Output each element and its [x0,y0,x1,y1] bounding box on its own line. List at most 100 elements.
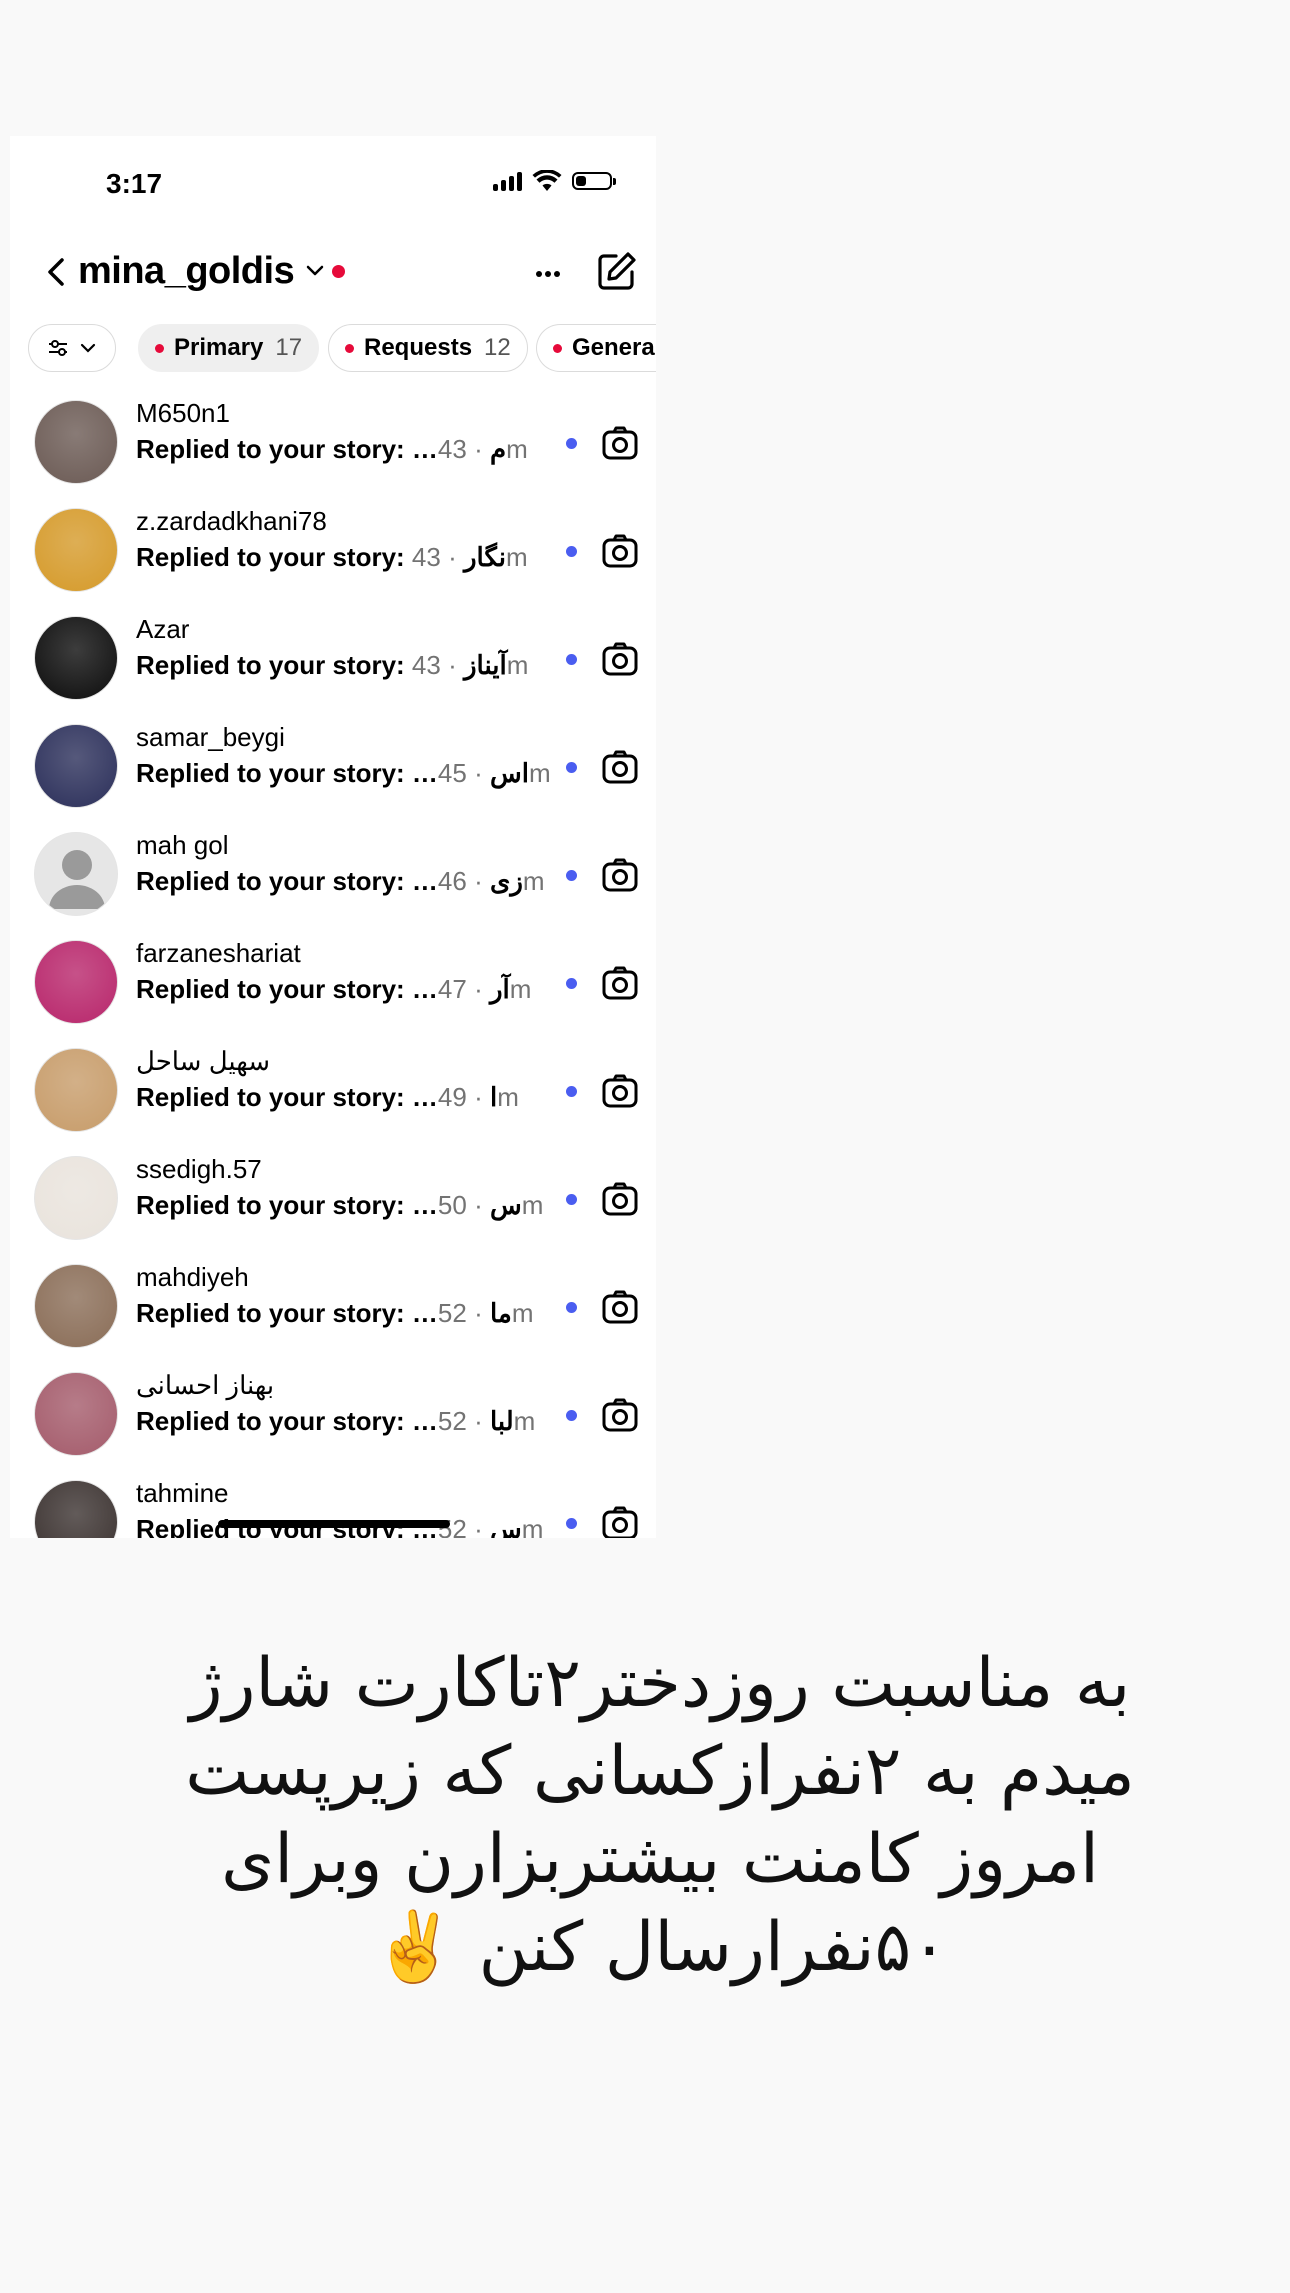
cellular-signal-icon [493,171,522,191]
thread-preview: Replied to your story: …ا · 49m [136,1082,519,1113]
thread-preview: Replied to your story: …م · 43m [136,434,528,465]
thread-row[interactable]: M650n1 Replied to your story: …م · 43m [10,386,656,494]
thread-username: سهیل ساحل [136,1046,270,1076]
thread-row[interactable]: z.zardadkhani78 Replied to your story: نگ… [10,494,656,602]
avatar[interactable] [34,1156,118,1240]
thread-row[interactable]: Azar Replied to your story: آیناز · 43m [10,602,656,710]
tab-label: Requests [364,334,473,361]
tab-general[interactable]: General [536,324,656,372]
thread-preview: Replied to your story: …س · 50m [136,1190,543,1221]
status-icons [493,170,616,192]
thread-username: z.zardadkhani78 [136,506,327,536]
tab-count: 17 [275,334,303,361]
avatar[interactable] [34,1264,118,1348]
thread-username: Azar [136,614,190,644]
inbox-filter-bar: Primary 17 Requests 12 General [28,324,656,374]
thread-preview: Replied to your story: …لبا · 52m [136,1406,535,1437]
avatar[interactable] [34,508,118,592]
unread-dot [566,1194,577,1205]
more-options-icon[interactable] [528,254,568,294]
tab-count: 12 [484,334,511,361]
avatar[interactable] [34,724,118,808]
status-bar: 3:17 [10,136,656,226]
thread-username: ssedigh.57 [136,1154,262,1184]
thread-preview: Replied to your story: …اس · 45m [136,758,551,789]
thread-preview: Replied to your story: …ما · 52m [136,1298,534,1329]
thread-row[interactable]: ssedigh.57 Replied to your story: …س · 50… [10,1142,656,1250]
tab-requests[interactable]: Requests 12 [328,324,528,372]
battery-level [576,176,586,186]
thread-username: samar_beygi [136,722,285,752]
thread-row[interactable]: mahdiyeh Replied to your story: …ما · 52m [10,1250,656,1358]
unread-dot [553,343,562,353]
unread-dot [345,343,354,353]
account-notification-dot [332,265,345,278]
status-time: 3:17 [106,168,163,199]
story-caption-text: به مناسبت روزدختر۲تاکارت شارژ میدم به ۲ن… [185,1644,1135,1987]
thread-row[interactable]: بهناز احسانی Replied to your story: …لبا … [10,1358,656,1466]
camera-icon[interactable] [600,424,640,464]
avatar[interactable] [34,832,118,916]
preview-timestamp: · 43m [437,434,528,464]
battery-icon [572,172,616,190]
thread-row[interactable]: سهیل ساحل Replied to your story: …ا · 49m [10,1034,656,1142]
camera-icon[interactable] [600,1288,640,1328]
preview-timestamp: · 52m [437,1406,536,1436]
avatar[interactable] [34,940,118,1024]
thread-preview: Replied to your story: …زی · 46m [136,866,545,897]
preview-timestamp: · 49m [437,1082,519,1112]
back-arrow-icon[interactable] [38,252,78,292]
avatar[interactable] [34,1372,118,1456]
camera-icon[interactable] [600,640,640,680]
unread-dot [566,978,577,989]
unread-dot [566,870,577,881]
thread-row[interactable]: mah gol Replied to your story: …زی · 46m [10,818,656,926]
account-username[interactable]: mina_goldis [78,250,295,293]
wifi-icon [532,170,562,191]
camera-icon[interactable] [600,532,640,572]
preview-timestamp: · 47m [437,974,532,1004]
camera-icon[interactable] [600,1396,640,1436]
camera-icon[interactable] [600,1504,640,1538]
unread-dot [566,1518,577,1529]
avatar[interactable] [34,1480,118,1538]
tab-label: General [572,334,656,361]
chevron-down-icon[interactable] [306,264,324,278]
camera-icon[interactable] [600,964,640,1004]
unread-dot [566,654,577,665]
unread-dot [566,1410,577,1421]
thread-row[interactable]: samar_beygi Replied to your story: …اس · … [10,710,656,818]
unread-dot [155,343,164,353]
dm-inbox-screenshot: 3:17 mina_goldis Primary 17 Requests 12 … [10,136,656,1538]
thread-username: mahdiyeh [136,1262,249,1292]
thread-username: mah gol [136,830,229,860]
camera-icon[interactable] [600,1180,640,1220]
home-indicator [218,1520,450,1528]
thread-username: بهناز احسانی [136,1370,275,1400]
tab-label: Primary [174,334,264,361]
avatar[interactable] [34,1048,118,1132]
unread-dot [566,438,577,449]
filter-settings-button[interactable] [28,324,116,372]
thread-preview: Replied to your story: آیناز · 43m [136,650,528,681]
camera-icon[interactable] [600,1072,640,1112]
thread-username: tahmine [136,1478,229,1508]
thread-preview: Replied to your story: …آر · 47m [136,974,531,1005]
thread-row[interactable]: farzaneshariat Replied to your story: …آر… [10,926,656,1034]
camera-icon[interactable] [600,856,640,896]
thread-username: M650n1 [136,398,230,428]
unread-dot [566,1086,577,1097]
unread-dot [566,1302,577,1313]
chevron-down-icon [80,343,96,353]
thread-preview: Replied to your story: نگار · 43m [136,542,528,573]
camera-icon[interactable] [600,748,640,788]
inbox-header: mina_goldis [10,236,656,312]
avatar[interactable] [34,616,118,700]
sliders-icon [49,340,67,356]
thread-username: farzaneshariat [136,938,301,968]
tab-primary[interactable]: Primary 17 [138,324,320,372]
new-message-icon[interactable] [594,248,640,294]
unread-dot [566,546,577,557]
avatar[interactable] [34,400,118,484]
unread-dot [566,762,577,773]
